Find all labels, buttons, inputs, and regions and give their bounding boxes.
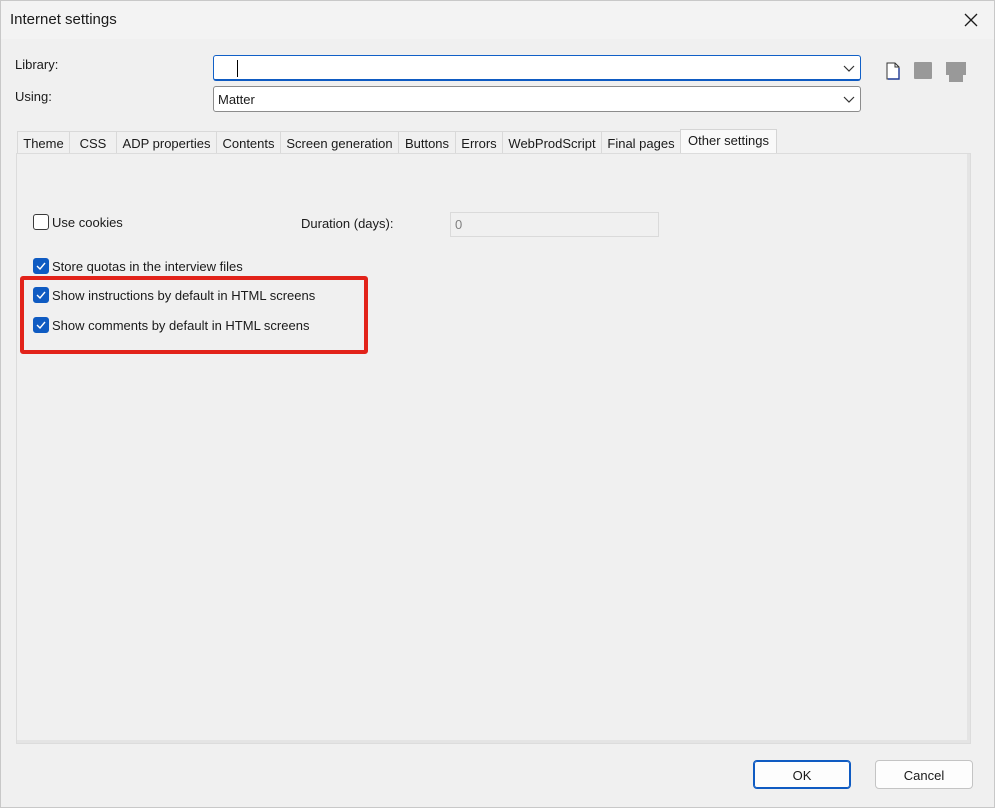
duration-value: 0 [455,217,463,232]
store-quotas-label: Store quotas in the interview files [52,258,243,274]
duration-label: Duration (days): [301,216,394,231]
checkmark-icon [36,291,46,299]
delete-icon[interactable] [946,62,966,82]
use-cookies-label: Use cookies [52,214,123,230]
show-instructions-label: Show instructions by default in HTML scr… [52,287,316,303]
store-quotas-row[interactable]: Store quotas in the interview files [33,258,243,274]
tab-other-settings[interactable]: Other settings [680,129,777,154]
tab-contents[interactable]: Contents [216,131,281,154]
tab-adp-properties[interactable]: ADP properties [116,131,217,154]
tab-css[interactable]: CSS [69,131,117,154]
close-button[interactable] [954,3,988,37]
store-quotas-checkbox[interactable] [33,258,49,274]
tab-theme[interactable]: Theme [17,131,70,154]
show-instructions-checkbox[interactable] [33,287,49,303]
tab-errors[interactable]: Errors [455,131,503,154]
show-comments-label: Show comments by default in HTML screens [52,317,310,333]
duration-input[interactable]: 0 [450,212,659,237]
new-file-icon[interactable] [885,62,901,80]
window-title: Internet settings [10,11,117,28]
internet-settings-dialog: Internet settings Library: Using: Matter [0,0,995,808]
ok-button[interactable]: OK [753,760,851,789]
checkmark-icon [36,321,46,329]
show-comments-checkbox[interactable] [33,317,49,333]
tab-screen-generation[interactable]: Screen generation [280,131,399,154]
chevron-down-icon[interactable] [843,63,855,73]
cancel-button[interactable]: Cancel [875,760,973,789]
using-value: Matter [218,92,255,107]
library-label: Library: [15,57,59,72]
panel-frame [17,154,970,743]
save-icon[interactable] [914,62,932,79]
using-label: Using: [15,89,52,104]
text-caret [237,60,238,77]
library-combobox[interactable] [213,55,861,81]
use-cookies-row[interactable]: Use cookies [33,214,123,230]
chevron-down-icon[interactable] [843,94,855,104]
show-comments-row[interactable]: Show comments by default in HTML screens [33,317,309,333]
use-cookies-checkbox[interactable] [33,214,49,230]
tab-buttons[interactable]: Buttons [398,131,456,154]
using-combobox[interactable]: Matter [213,86,861,112]
close-icon [964,13,978,27]
show-instructions-row[interactable]: Show instructions by default in HTML scr… [33,287,315,303]
tab-final-pages[interactable]: Final pages [601,131,681,154]
other-settings-panel [16,153,971,744]
title-bar: Internet settings [1,1,994,39]
tab-webprodscript[interactable]: WebProdScript [502,131,602,154]
checkmark-icon [36,262,46,270]
